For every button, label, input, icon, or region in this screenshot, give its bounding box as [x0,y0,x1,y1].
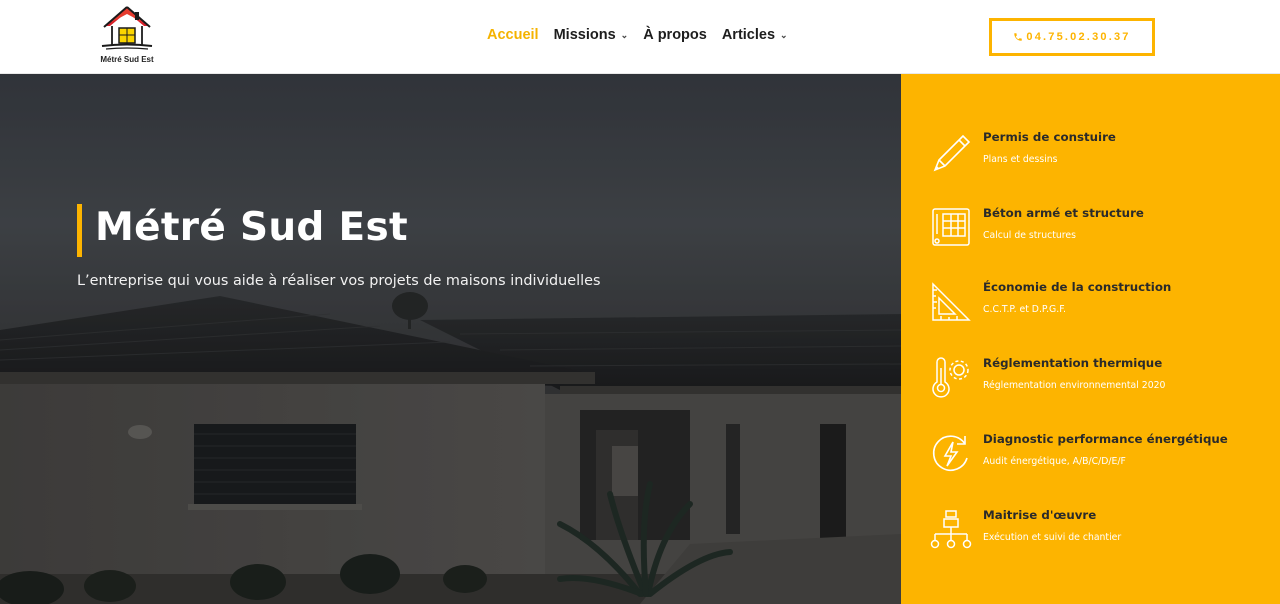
service-title: Permis de constuire [983,130,1116,144]
nav-item-accueil[interactable]: Accueil [487,27,539,43]
nav-item-label: Missions [553,27,616,43]
hero-subtitle: L’entreprise qui vous aide à réaliser vo… [77,273,601,289]
energy-icon [932,435,968,471]
phone-number: 04.75.02.30.37 [1026,31,1131,43]
main-nav: Accueil Missions ⌄ À propos Articles ⌄ [487,27,803,43]
service-item-economie[interactable]: Économie de la construction C.C.T.P. et … [901,280,1280,340]
phone-button[interactable]: 04.75.02.30.37 [989,18,1155,56]
service-subtitle: C.C.T.P. et D.P.G.F. [983,304,1067,315]
site-logo[interactable]: Métré Sud Est [94,4,160,66]
house-logo-icon [101,6,153,50]
set-square-icon [932,282,971,321]
nav-item-label: Accueil [487,27,539,43]
service-item-maitrise[interactable]: Maitrise d'œuvre Exécution et suivi de c… [901,508,1280,568]
service-title: Béton armé et structure [983,206,1144,220]
service-subtitle: Réglementation environnemental 2020 [983,380,1166,391]
service-item-beton[interactable]: Béton armé et structure Calcul de struct… [901,206,1280,266]
service-title: Réglementation thermique [983,356,1163,370]
hero-section: Métré Sud Est L’entreprise qui vous aide… [0,74,901,604]
nav-item-label: Articles [721,27,776,43]
hero-title: Métré Sud Est [95,205,408,250]
service-item-diagnostic[interactable]: Diagnostic performance énergétique Audit… [901,432,1280,492]
services-panel: Permis de constuire Plans et dessins Bét… [901,74,1280,604]
nav-item-a-propos[interactable]: À propos [643,27,707,43]
phone-icon [1014,33,1023,41]
service-title: Diagnostic performance énergétique [983,432,1228,446]
service-item-reglementation[interactable]: Réglementation thermique Réglementation … [901,356,1280,416]
service-subtitle: Audit énergétique, A/B/C/D/E/F [983,456,1126,467]
thermometer-icon [932,357,969,398]
service-subtitle: Exécution et suivi de chantier [983,532,1122,543]
service-item-permis[interactable]: Permis de constuire Plans et dessins [901,130,1280,190]
site-header: Métré Sud Est Accueil Missions ⌄ À propo… [0,0,1280,74]
nav-item-articles[interactable]: Articles ⌄ [722,27,788,43]
chevron-down-icon: ⌄ [620,29,629,40]
hierarchy-icon [930,510,972,549]
service-subtitle: Plans et dessins [983,154,1058,165]
service-title: Économie de la construction [983,280,1172,294]
chevron-down-icon: ⌄ [780,29,788,40]
service-title: Maitrise d'œuvre [983,508,1097,522]
hero-accent-bar [77,204,82,257]
service-subtitle: Calcul de structures [983,230,1076,241]
nav-item-label: À propos [643,27,707,43]
logo-text: Métré Sud Est [100,55,154,64]
blueprint-icon [932,208,970,246]
house-photo [0,74,901,604]
pencil-icon [933,134,971,172]
nav-item-missions[interactable]: Missions ⌄ [554,27,629,43]
